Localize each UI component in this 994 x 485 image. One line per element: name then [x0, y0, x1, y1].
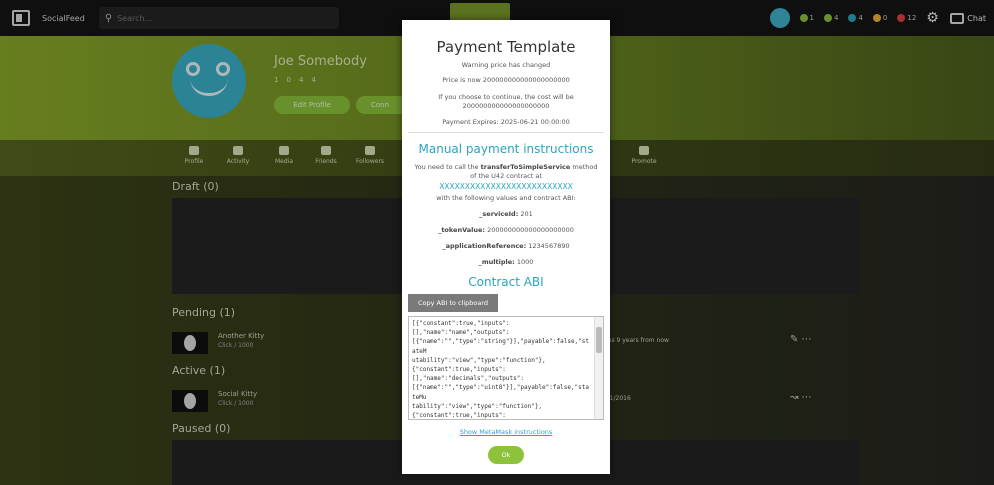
abi-text: [{"constant":true,"inputs": [],"name":"n…: [412, 320, 590, 420]
metamask-instructions-link[interactable]: Show MetaMask instructions: [402, 428, 610, 436]
param-label: _multiple:: [478, 258, 515, 266]
instr-prefix: You need to call the: [414, 163, 479, 171]
instruction-line-4: with the following values and contract A…: [436, 194, 576, 202]
continue-text: If you choose to continue, the cost will…: [438, 93, 574, 101]
param-value: 201: [520, 210, 533, 218]
warning-text: Warning price has changed: [461, 61, 551, 69]
param-value: 200000000000000000000: [487, 226, 574, 234]
param-label: _applicationReference:: [442, 242, 527, 250]
payment-modal: Payment Template Warning price has chang…: [402, 20, 610, 474]
instruction-line-2: of the U42 contract at: [470, 172, 542, 180]
continue-cost: 200000000000000000000: [462, 102, 550, 110]
divider: [408, 132, 604, 133]
param-token-value: _tokenValue: 200000000000000000000: [402, 226, 610, 234]
abi-textarea[interactable]: [{"constant":true,"inputs": [],"name":"n…: [408, 316, 604, 420]
ok-button[interactable]: Ok: [488, 446, 524, 464]
instruction-line: You need to call the transferToSimpleSer…: [402, 163, 610, 171]
page: SocialFeed ⚲ 1 4 4 0 12 ⚙ Chat Joe Someb…: [0, 0, 994, 485]
manual-heading: Manual payment instructions: [418, 142, 594, 156]
abi-heading: Contract ABI: [468, 275, 544, 289]
copy-abi-button[interactable]: Copy ABI to clipboard: [408, 294, 498, 312]
contract-address[interactable]: XXXXXXXXXXXXXXXXXXXXXXXXXX: [402, 182, 610, 191]
price-text: Price is now 200000000000000000000: [442, 76, 570, 84]
scrollbar-thumb[interactable]: [596, 327, 602, 353]
param-service-id: _serviceId: 201: [402, 210, 610, 218]
param-multiple: _multiple: 1000: [402, 258, 610, 266]
scrollbar[interactable]: [594, 317, 603, 419]
instr-suffix: method: [572, 163, 598, 171]
param-label: _tokenValue:: [438, 226, 485, 234]
param-value: 1000: [516, 258, 534, 266]
modal-title: Payment Template: [436, 38, 576, 56]
param-app-reference: _applicationReference: 1234567890: [402, 242, 610, 250]
expires-text: Payment Expires: 2025-06-21 00:00:00: [442, 118, 570, 126]
param-label: _serviceId:: [479, 210, 519, 218]
param-value: 1234567890: [528, 242, 570, 250]
method-name: transferToSimpleService: [480, 163, 571, 171]
